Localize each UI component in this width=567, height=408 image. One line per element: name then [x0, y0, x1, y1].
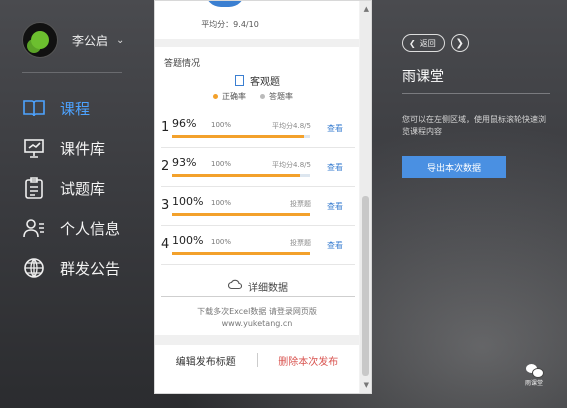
- page-description: 您可以在左侧区域，使用鼠标滚轮快速浏览课程内容: [402, 115, 546, 136]
- score-ring: [205, 1, 245, 7]
- answer-rate: 100%: [211, 121, 232, 129]
- sidebar-item-profile[interactable]: 个人信息: [22, 208, 120, 248]
- export-data-button[interactable]: 导出本次数据: [402, 156, 506, 178]
- back-button[interactable]: ❮ 返回: [402, 34, 445, 52]
- legend-correct: 正确率: [213, 91, 246, 102]
- forward-button[interactable]: ❯: [450, 34, 469, 52]
- edit-title-button[interactable]: 编辑发布标题: [155, 353, 257, 368]
- view-link[interactable]: 查看: [327, 240, 343, 251]
- correct-rate: 96%: [172, 117, 197, 130]
- legend-answer: 答题率: [260, 91, 293, 102]
- list-item: 4 100% 100% 投票题 查看: [161, 226, 355, 265]
- question-score: 平均分4.8/5: [272, 122, 311, 130]
- tab-label: 客观题: [250, 77, 280, 88]
- scroll-up-icon[interactable]: ▲: [364, 5, 369, 13]
- progress-fill: [172, 213, 310, 216]
- detail-data-button[interactable]: 详细数据: [161, 276, 355, 297]
- list-item: 3 100% 100% 投票题 查看: [161, 187, 355, 226]
- sidebar-item-label: 个人信息: [60, 219, 121, 238]
- user-profile[interactable]: 李公启 ⌄: [22, 22, 124, 58]
- sidebar-item-label: 群发公告: [60, 259, 121, 278]
- sidebar-item-question-bank[interactable]: 试题库: [22, 168, 120, 208]
- list-item: 2 93% 100% 平均分4.8/5 查看: [161, 148, 355, 187]
- sidebar-item-announcement[interactable]: 群发公告: [22, 248, 120, 288]
- title-divider: [402, 93, 550, 94]
- progress-bar: [172, 174, 310, 177]
- sidebar-item-label: 试题库: [60, 179, 106, 198]
- sidebar-item-label: 课程: [60, 99, 91, 118]
- view-link[interactable]: 查看: [327, 162, 343, 173]
- chevron-right-icon: ❯: [455, 37, 464, 49]
- question-score: 平均分4.8/5: [272, 161, 311, 169]
- wechat-icon: [526, 364, 544, 378]
- question-list: 1 96% 100% 平均分4.8/5 查看 2 93% 100% 平均分4.8…: [161, 109, 355, 265]
- results-panel: 平均分：9.4/10 答题情况 客观题 正确率 答题率 1 96% 100% 平…: [154, 0, 372, 394]
- section-gap: [155, 39, 359, 47]
- progress-bar: [172, 213, 310, 216]
- page-navigation: ❮ 返回 ❯: [402, 34, 469, 52]
- sidebar-item-course[interactable]: 课程: [22, 88, 120, 128]
- answer-rate: 100%: [211, 160, 232, 168]
- avatar: [22, 22, 58, 58]
- correct-rate: 100%: [172, 234, 204, 247]
- delete-release-button[interactable]: 删除本次发布: [258, 353, 360, 368]
- detail-data-label: 详细数据: [248, 282, 288, 294]
- tab-objective[interactable]: 客观题: [235, 73, 280, 88]
- sidebar-item-label: 课件库: [60, 139, 106, 158]
- wechat-watermark: 雨课堂: [514, 364, 554, 387]
- clipboard-icon: [22, 177, 46, 199]
- page-title: 雨课堂: [402, 69, 444, 85]
- results-content: 平均分：9.4/10 答题情况 客观题 正确率 答题率 1 96% 100% 平…: [155, 1, 359, 393]
- question-number: 2: [161, 159, 170, 174]
- username: 李公启: [72, 33, 109, 48]
- chevron-left-icon: ❮: [409, 38, 416, 48]
- section-title: 答题情况: [164, 59, 201, 69]
- list-item: 1 96% 100% 平均分4.8/5 查看: [161, 109, 355, 148]
- view-link[interactable]: 查看: [327, 123, 343, 134]
- correct-rate: 93%: [172, 156, 197, 169]
- question-number: 1: [161, 120, 170, 135]
- progress-fill: [172, 252, 310, 255]
- scroll-down-icon[interactable]: ▼: [364, 381, 369, 389]
- sidebar-nav: 课程 课件库 试题库 个人信息 群发公告: [22, 88, 120, 288]
- section-gap: [155, 335, 359, 345]
- view-link[interactable]: 查看: [327, 201, 343, 212]
- document-icon: [235, 75, 244, 86]
- sidebar-item-courseware[interactable]: 课件库: [22, 128, 120, 168]
- sidebar-divider: [22, 72, 122, 73]
- answer-rate: 100%: [211, 199, 232, 207]
- globe-icon: [22, 257, 46, 279]
- legend: 正确率 答题率: [213, 91, 293, 102]
- action-bar: 编辑发布标题 删除本次发布: [155, 345, 359, 375]
- progress-bar: [172, 252, 310, 255]
- question-number: 3: [161, 198, 170, 213]
- download-hint: 下载多次Excel数据 请登录网页版: [197, 307, 317, 316]
- average-score: 平均分：9.4/10: [201, 20, 259, 29]
- scrollbar[interactable]: ▲ ▼: [360, 1, 371, 393]
- correct-rate: 100%: [172, 195, 204, 208]
- presentation-icon: [22, 137, 46, 159]
- cloud-download-icon: [228, 279, 243, 293]
- question-number: 4: [161, 237, 170, 252]
- chevron-down-icon[interactable]: ⌄: [116, 35, 124, 46]
- question-score: 投票题: [290, 239, 311, 247]
- answer-rate: 100%: [211, 238, 232, 246]
- back-label: 返回: [419, 38, 436, 48]
- book-icon: [22, 97, 46, 119]
- progress-fill: [172, 174, 301, 177]
- progress-bar: [172, 135, 310, 138]
- question-score: 投票题: [290, 200, 311, 208]
- website-url: www.yuketang.cn: [221, 319, 293, 328]
- scrollbar-thumb[interactable]: [362, 196, 369, 376]
- wechat-caption: 雨课堂: [524, 380, 543, 387]
- person-icon: [22, 217, 46, 239]
- progress-fill: [172, 135, 305, 138]
